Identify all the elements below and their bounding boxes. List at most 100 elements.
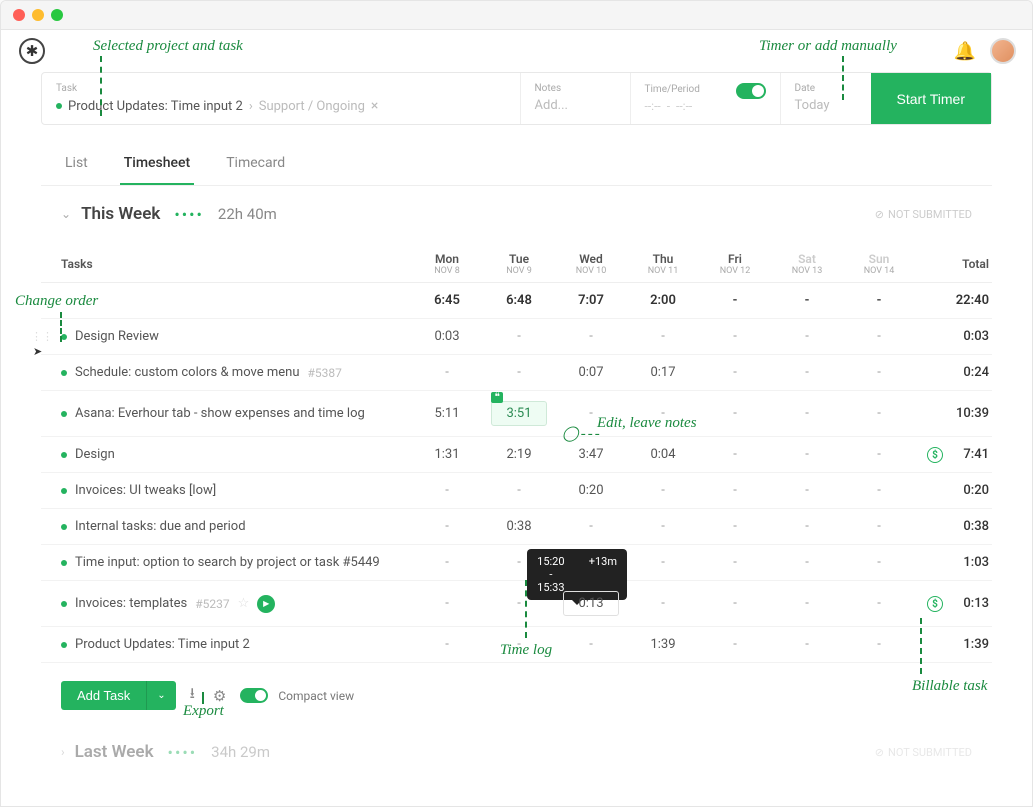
compact-view-toggle[interactable]: [240, 688, 268, 703]
favorite-star-icon[interactable]: ☆: [238, 596, 250, 611]
settings-gear-icon[interactable]: ⚙: [209, 683, 230, 709]
time-cell[interactable]: 2:19: [483, 447, 555, 462]
time-cell[interactable]: -: [627, 483, 699, 498]
time-cell[interactable]: -: [627, 596, 699, 611]
time-cell[interactable]: -: [771, 365, 843, 380]
time-cell[interactable]: -: [771, 447, 843, 462]
time-cell[interactable]: -: [699, 637, 771, 652]
time-cell[interactable]: 0:13: [555, 591, 627, 616]
time-cell[interactable]: -: [555, 406, 627, 421]
time-mode-toggle[interactable]: [736, 83, 766, 99]
time-cell[interactable]: -: [483, 329, 555, 344]
time-cell[interactable]: 0:17: [627, 365, 699, 380]
time-cell[interactable]: -: [843, 329, 915, 344]
task-name[interactable]: Internal tasks: due and period: [75, 519, 246, 534]
time-cell[interactable]: -: [627, 519, 699, 534]
task-name[interactable]: Invoices: UI tweaks [low]: [75, 483, 216, 498]
time-cell[interactable]: -: [411, 483, 483, 498]
tab-timecard[interactable]: Timecard: [222, 143, 289, 185]
tab-list[interactable]: List: [61, 143, 92, 185]
tab-timesheet[interactable]: Timesheet: [120, 143, 194, 185]
notes-input[interactable]: Add...: [535, 98, 616, 113]
time-cell[interactable]: -: [771, 555, 843, 570]
time-cell[interactable]: -: [483, 483, 555, 498]
time-cell[interactable]: -: [483, 365, 555, 380]
time-cell[interactable]: 1:39: [627, 637, 699, 652]
task-name[interactable]: Asana: Everhour tab - show expenses and …: [75, 406, 365, 421]
time-cell[interactable]: -: [627, 406, 699, 421]
add-task-button[interactable]: Add Task: [61, 681, 146, 710]
close-window-icon[interactable]: [13, 9, 25, 21]
time-to-input[interactable]: --:--: [676, 99, 692, 113]
time-cell[interactable]: 0:20: [555, 483, 627, 498]
time-cell-input[interactable]: 0:13: [563, 591, 618, 616]
time-cell[interactable]: 3:47: [555, 447, 627, 462]
time-cell[interactable]: 5:11: [411, 406, 483, 421]
date-input[interactable]: Today: [795, 98, 857, 113]
time-from-input[interactable]: --:--: [645, 99, 661, 113]
time-cell[interactable]: -: [699, 483, 771, 498]
selected-task-name[interactable]: Product Updates: Time input 2: [68, 99, 243, 114]
time-cell[interactable]: -: [843, 365, 915, 380]
clear-breadcrumb-icon[interactable]: ×: [371, 98, 378, 114]
time-cell[interactable]: -: [843, 596, 915, 611]
time-cell[interactable]: -: [771, 406, 843, 421]
time-cell[interactable]: -: [699, 329, 771, 344]
time-cell[interactable]: -: [699, 596, 771, 611]
time-cell[interactable]: 15:20 - 15:33+13m1:03: [555, 555, 627, 570]
time-cell[interactable]: -: [843, 555, 915, 570]
expand-last-week-icon[interactable]: ›: [61, 745, 65, 759]
time-cell[interactable]: -: [483, 596, 555, 611]
task-name[interactable]: Schedule: custom colors & move menu: [75, 365, 300, 380]
task-name[interactable]: Invoices: templates: [75, 596, 187, 611]
billable-icon[interactable]: $: [927, 596, 943, 612]
time-cell[interactable]: -: [411, 637, 483, 652]
notification-bell-icon[interactable]: 🔔: [954, 41, 976, 62]
time-cell[interactable]: -: [771, 329, 843, 344]
time-cell[interactable]: -: [555, 519, 627, 534]
task-name[interactable]: Product Updates: Time input 2: [75, 637, 250, 652]
time-cell[interactable]: -: [555, 637, 627, 652]
task-name[interactable]: Design Review: [75, 329, 159, 344]
drag-handle-icon[interactable]: ⋮⋮: [31, 330, 53, 343]
user-avatar[interactable]: [990, 38, 1016, 64]
time-cell[interactable]: -: [843, 637, 915, 652]
time-cell[interactable]: -: [483, 637, 555, 652]
time-cell[interactable]: -: [699, 406, 771, 421]
time-cell[interactable]: 0:04: [627, 447, 699, 462]
start-timer-button[interactable]: Start Timer: [871, 73, 991, 124]
time-cell[interactable]: -: [411, 596, 483, 611]
app-logo-icon[interactable]: ✱: [19, 38, 45, 64]
time-cell[interactable]: -: [627, 555, 699, 570]
time-cell[interactable]: -: [411, 519, 483, 534]
time-cell[interactable]: -: [771, 596, 843, 611]
add-task-dropdown-button[interactable]: ⌄: [146, 681, 175, 710]
export-download-icon[interactable]: ⭳: [186, 679, 199, 712]
time-cell[interactable]: -: [843, 447, 915, 462]
task-name[interactable]: Time input: option to search by project …: [75, 555, 380, 570]
time-cell-edit[interactable]: ❝3:51: [491, 401, 546, 426]
time-cell[interactable]: -: [627, 329, 699, 344]
minimize-window-icon[interactable]: [32, 9, 44, 21]
task-name[interactable]: Design: [75, 447, 115, 462]
time-cell[interactable]: -: [699, 365, 771, 380]
time-cell[interactable]: -: [843, 519, 915, 534]
time-cell[interactable]: -: [699, 519, 771, 534]
time-cell[interactable]: -: [699, 447, 771, 462]
maximize-window-icon[interactable]: [51, 9, 63, 21]
time-cell[interactable]: -: [843, 406, 915, 421]
time-cell[interactable]: -: [771, 637, 843, 652]
time-cell[interactable]: 0:07: [555, 365, 627, 380]
time-cell[interactable]: -: [843, 483, 915, 498]
collapse-week-icon[interactable]: ⌄: [61, 207, 71, 221]
time-cell[interactable]: -: [771, 519, 843, 534]
time-cell[interactable]: -: [699, 555, 771, 570]
time-cell[interactable]: -: [411, 555, 483, 570]
time-cell[interactable]: 0:03: [411, 329, 483, 344]
time-cell[interactable]: 1:31: [411, 447, 483, 462]
time-cell[interactable]: -: [771, 483, 843, 498]
billable-icon[interactable]: $: [927, 447, 943, 463]
time-cell[interactable]: -: [555, 329, 627, 344]
time-cell[interactable]: -: [411, 365, 483, 380]
time-cell[interactable]: ❝3:51: [483, 401, 555, 426]
